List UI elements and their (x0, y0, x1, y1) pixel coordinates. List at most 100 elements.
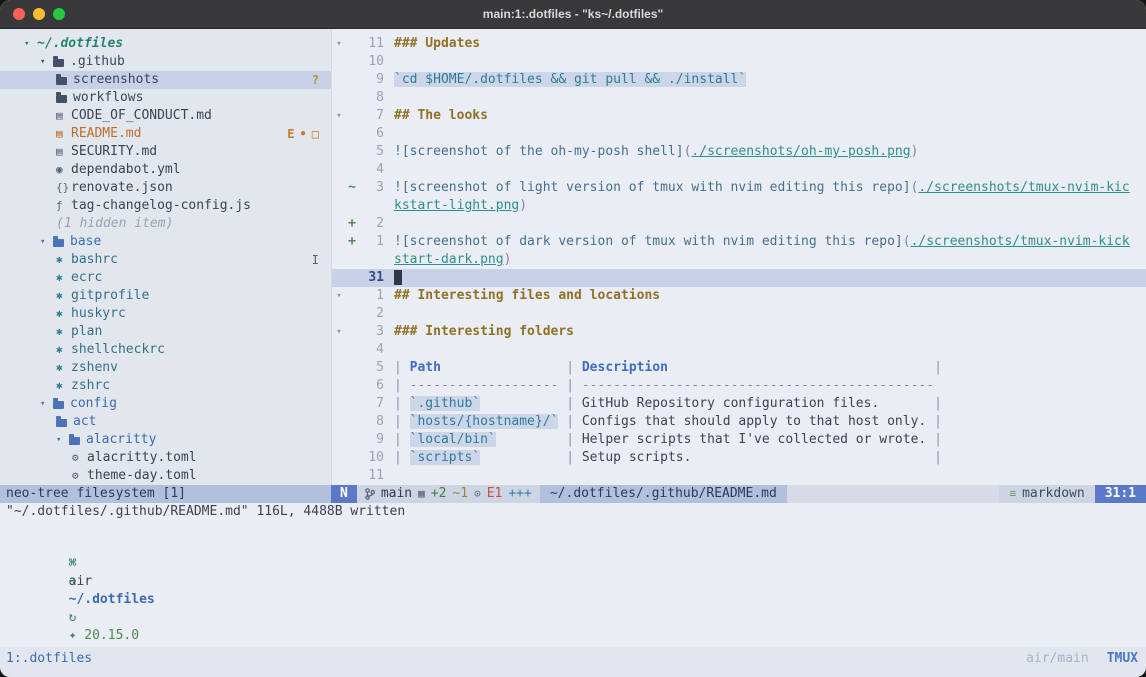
fold-column (332, 125, 346, 143)
line-number: 8 (358, 89, 384, 107)
tree-item[interactable]: {}renovate.json (0, 179, 331, 197)
syntax-segment: ) (504, 252, 512, 267)
editor-line[interactable]: 7| `.github` | GitHub Repository configu… (332, 395, 1146, 413)
fold-column (332, 143, 346, 161)
editor-line[interactable]: 31 (332, 269, 1146, 287)
tree-item[interactable]: workflows (0, 89, 331, 107)
tree-item[interactable]: ▤README.mdE•□ (0, 125, 331, 143)
editor-line[interactable]: 4 (332, 341, 1146, 359)
fold-open-icon[interactable]: ▾ (332, 287, 346, 305)
tree-item[interactable]: ✱huskyrc (0, 305, 331, 323)
tree-item[interactable]: ⚙alacritty.toml (0, 449, 331, 467)
editor-line[interactable]: 2 (332, 305, 1146, 323)
syntax-segment (691, 450, 934, 465)
editor-line[interactable]: 9`cd $HOME/.dotfiles && git pull && ./in… (332, 71, 1146, 89)
editor-line[interactable]: 8 (332, 89, 1146, 107)
diagnostic-badge: E (287, 125, 294, 143)
tree-item[interactable]: ▾~/.dotfiles (0, 35, 331, 53)
editor-line[interactable]: kstart-light.png) (332, 197, 1146, 215)
tree-item[interactable]: ▾ .github (0, 53, 331, 71)
cursor-mark: I (312, 251, 319, 269)
syntax-segment: ( (903, 234, 911, 249)
editor-line[interactable]: 6| ------------------- | ---------------… (332, 377, 1146, 395)
fold-column (332, 161, 346, 179)
tmux-pane-shell[interactable]: ⌘ air ~/.dotfiles ↻ ✦ 20.15.0 ➜ (0, 521, 1146, 647)
fold-open-icon[interactable]: ▾ (332, 323, 346, 341)
editor-line[interactable]: 4 (332, 161, 1146, 179)
close-button[interactable] (13, 8, 25, 20)
diff-icon: ▦ (418, 485, 425, 503)
editor-line[interactable]: 10 (332, 53, 1146, 71)
chevron-down-icon[interactable]: ▾ (40, 233, 53, 251)
syntax-segment: ### Interesting folders (394, 324, 574, 339)
fold-column (332, 377, 346, 395)
shell-input-line[interactable]: ➜ (6, 555, 1146, 573)
tree-item[interactable]: (1 hidden item) (0, 215, 331, 233)
file-path: ~/.dotfiles/.github/README.md (540, 485, 787, 503)
syntax-segment: | (934, 396, 942, 411)
tree-item[interactable]: ✱zshenv (0, 359, 331, 377)
node-version: 20.15.0 (84, 628, 139, 643)
editor-line[interactable]: +2 (332, 215, 1146, 233)
editor-line[interactable]: start-dark.png) (332, 251, 1146, 269)
editor-line[interactable]: 11 (332, 467, 1146, 485)
editor-line[interactable]: 9| `local/bin` | Helper scripts that I'v… (332, 431, 1146, 449)
tree-item[interactable]: act (0, 413, 331, 431)
editor-line[interactable]: 6 (332, 125, 1146, 143)
syntax-segment: `local/bin` (410, 432, 496, 447)
tree-item[interactable]: screenshots? (0, 71, 331, 89)
syntax-segment: | (566, 360, 582, 375)
window-titlebar: main:1:.dotfiles - "ks~/.dotfiles" (0, 0, 1146, 29)
tree-item[interactable]: ▤SECURITY.md (0, 143, 331, 161)
syntax-segment: | (934, 432, 942, 447)
traffic-lights (13, 8, 65, 20)
tree-item[interactable]: ▾alacritty (0, 431, 331, 449)
editor-line[interactable]: 5| Path | Description | (332, 359, 1146, 377)
tree-item[interactable]: ▾config (0, 395, 331, 413)
syntax-segment: ![screenshot of the oh-my-posh shell] (394, 144, 684, 159)
editor-line[interactable]: 5![screenshot of the oh-my-posh shell](.… (332, 143, 1146, 161)
editor-line[interactable]: 8| `hosts/{hostname}/` | Configs that sh… (332, 413, 1146, 431)
sign-column (346, 35, 358, 53)
editor-line[interactable]: ▾7## The looks (332, 107, 1146, 125)
chevron-down-icon[interactable]: ▾ (40, 53, 53, 71)
sign-column (346, 197, 358, 215)
editor-line[interactable]: +1![screenshot of dark version of tmux w… (332, 233, 1146, 251)
tree-item[interactable]: ƒtag-changelog-config.js (0, 197, 331, 215)
modified-badge: • (300, 125, 307, 143)
syntax-segment: Setup scripts. (582, 450, 692, 465)
tree-item[interactable]: ▤CODE_OF_CONDUCT.md (0, 107, 331, 125)
editor-line[interactable]: ~3![screenshot of light version of tmux … (332, 179, 1146, 197)
editor-line[interactable]: ▾11### Updates (332, 35, 1146, 53)
tree-item[interactable]: ▾base (0, 233, 331, 251)
tree-item-label: shellcheckrc (71, 341, 165, 359)
editor-line[interactable]: ▾3### Interesting folders (332, 323, 1146, 341)
syntax-segment: | (566, 414, 582, 429)
tree-item[interactable]: ✱bashrcI (0, 251, 331, 269)
tree-item-label: (1 hidden item) (56, 215, 173, 233)
tmux-window-tab[interactable]: 1:.dotfiles (6, 650, 92, 677)
tree-item[interactable]: ✱gitprofile (0, 287, 331, 305)
tree-item[interactable]: ✱ecrc (0, 269, 331, 287)
zoom-button[interactable] (53, 8, 65, 20)
tree-item[interactable]: ◉dependabot.yml (0, 161, 331, 179)
editor-line[interactable]: 10| `scripts` | Setup scripts. | (332, 449, 1146, 467)
syntax-segment: | (566, 432, 582, 447)
syntax-segment: ./screenshots/tmux-nvim-kic (918, 180, 1129, 195)
minimize-button[interactable] (33, 8, 45, 20)
tree-item-label: .github (70, 53, 125, 71)
editor-line[interactable]: ▾1## Interesting files and locations (332, 287, 1146, 305)
tree-item[interactable]: ✱shellcheckrc (0, 341, 331, 359)
line-number: 10 (358, 449, 384, 467)
line-text: | `local/bin` | Helper scripts that I've… (384, 431, 942, 449)
syntax-segment: | (558, 378, 581, 393)
chevron-down-icon[interactable]: ▾ (40, 395, 53, 413)
tree-item-label: alacritty.toml (87, 449, 197, 467)
tree-item[interactable]: ✱zshrc (0, 377, 331, 395)
fold-open-icon[interactable]: ▾ (332, 107, 346, 125)
chevron-down-icon[interactable]: ▾ (24, 35, 37, 53)
tree-item[interactable]: ⚙theme-day.toml (0, 467, 331, 485)
tree-item[interactable]: ✱plan (0, 323, 331, 341)
chevron-down-icon[interactable]: ▾ (56, 431, 69, 449)
fold-open-icon[interactable]: ▾ (332, 35, 346, 53)
